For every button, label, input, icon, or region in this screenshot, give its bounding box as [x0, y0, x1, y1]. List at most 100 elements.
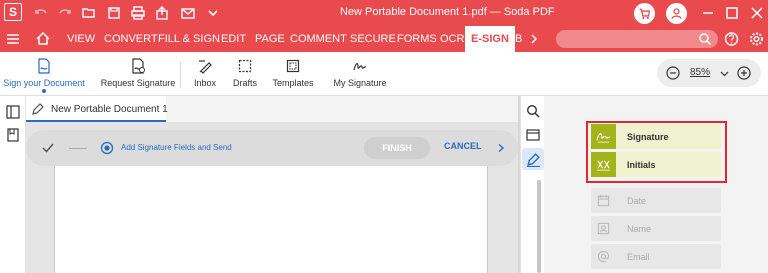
email-field-button[interactable]: Email [591, 244, 721, 269]
email-icon[interactable] [177, 4, 199, 22]
menu-secure[interactable]: SECURE [350, 26, 396, 52]
sign-document-icon [38, 58, 50, 74]
sign-your-document-label: Sign your Document [3, 78, 85, 88]
request-signature-icon [132, 58, 145, 74]
document-page[interactable] [54, 162, 488, 273]
drafts-icon [238, 59, 252, 73]
minimize-icon [703, 12, 713, 14]
zoom-out-icon[interactable] [666, 66, 680, 80]
search-icon [699, 33, 712, 46]
close-button[interactable] [747, 2, 767, 24]
esign-tool-icon[interactable] [522, 148, 544, 170]
step-connector [69, 148, 87, 149]
document-area: Add Signature Fields and Send FINISH CAN… [26, 122, 518, 273]
title-bar: S New Portable Document 1.pdf — Soda PDF [0, 0, 768, 26]
zoom-in-icon[interactable] [737, 66, 751, 80]
user-icon [665, 2, 687, 24]
name-field-label: Name [627, 224, 652, 234]
home-icon [36, 31, 50, 45]
left-panel-strip [0, 96, 26, 273]
search-tool-icon[interactable] [525, 103, 541, 119]
menu-forms[interactable]: FORMS [397, 26, 437, 52]
account-button[interactable] [664, 2, 688, 24]
menu-convert[interactable]: CONVERT [104, 26, 158, 52]
initials-field-button[interactable]: Initials [591, 152, 721, 177]
panel-view-icon[interactable] [525, 127, 541, 143]
panel-scrollbar-thumb[interactable] [537, 180, 541, 273]
name-field-button[interactable]: Name [591, 216, 721, 241]
save-icon[interactable] [103, 4, 125, 22]
inbox-button[interactable]: Inbox [188, 52, 222, 96]
menu-edit[interactable]: EDIT [221, 26, 246, 52]
search-input[interactable] [556, 30, 718, 48]
settings-button[interactable] [749, 26, 765, 52]
cancel-button[interactable]: CANCEL [444, 141, 482, 151]
zoom-dropdown-icon[interactable] [720, 69, 729, 78]
cart-button[interactable] [632, 2, 656, 24]
print-icon[interactable] [127, 4, 149, 22]
pen-icon [32, 103, 44, 115]
at-icon [591, 244, 616, 269]
email-field-label: Email [627, 252, 650, 262]
pages-panel-icon[interactable] [5, 104, 21, 120]
finish-button[interactable]: FINISH [364, 137, 430, 159]
initials-field-label: Initials [627, 160, 656, 170]
maximize-icon [726, 7, 738, 19]
request-signature-label: Request Signature [100, 78, 176, 88]
maximize-button[interactable] [722, 2, 742, 24]
zoom-control: 85% [657, 59, 761, 87]
bookmarks-panel-icon[interactable] [5, 127, 21, 143]
date-field-button[interactable]: Date [591, 188, 721, 213]
selected-indicator [42, 89, 46, 93]
help-button[interactable] [724, 26, 740, 52]
chevron-right-icon [531, 34, 538, 44]
drafts-label: Drafts [232, 78, 257, 88]
zoom-value[interactable]: 85% [690, 67, 710, 78]
my-signature-label: My Signature [333, 78, 387, 88]
help-icon [724, 32, 739, 46]
hamburger-icon [7, 34, 19, 44]
gear-icon [750, 32, 763, 46]
sign-your-document-button[interactable]: Sign your Document [2, 52, 86, 96]
minimize-button[interactable] [698, 2, 718, 24]
chevron-down-icon[interactable] [202, 4, 224, 22]
chevron-right-icon[interactable] [496, 143, 506, 153]
request-signature-button[interactable]: Request Signature [98, 52, 178, 96]
menu-comment[interactable]: COMMENT [290, 26, 347, 52]
close-icon [751, 7, 763, 19]
check-icon [42, 143, 54, 153]
ribbon-toolbar: Sign your Document Request Signature Inb… [0, 52, 768, 96]
app-logo: S [4, 3, 22, 21]
current-step-label: Add Signature Fields and Send [121, 143, 232, 152]
my-signature-icon [353, 63, 367, 71]
home-button[interactable] [36, 26, 52, 52]
hamburger-menu-button[interactable] [6, 26, 22, 52]
drafts-button[interactable]: Drafts [228, 52, 262, 96]
window-title: New Portable Document 1.pdf — Soda PDF [340, 6, 555, 18]
menu-ocr[interactable]: OCR [440, 26, 464, 52]
signature-field-label: Signature [627, 132, 669, 142]
document-tab[interactable]: New Portable Document 1 [26, 96, 168, 122]
templates-button[interactable]: Templates [270, 52, 316, 96]
undo-icon[interactable] [30, 4, 52, 22]
open-folder-icon[interactable] [78, 4, 100, 22]
menu-scroll-right-button[interactable] [529, 26, 541, 52]
menu-fill-sign[interactable]: FILL & SIGN [158, 26, 220, 52]
step-radio-icon [100, 141, 114, 155]
menu-esign[interactable]: E-SIGN [465, 26, 515, 52]
share-icon[interactable] [151, 4, 173, 22]
calendar-icon [591, 188, 616, 213]
menu-more[interactable]: B [515, 26, 522, 52]
menu-bar: VIEW CONVERT FILL & SIGN EDIT PAGE COMME… [0, 26, 768, 52]
signature-field-button[interactable]: Signature [591, 124, 721, 149]
redo-icon[interactable] [54, 4, 76, 22]
signature-icon [591, 124, 616, 149]
templates-icon [286, 59, 300, 73]
inbox-icon [199, 60, 212, 74]
my-signature-button[interactable]: My Signature [332, 52, 388, 96]
menu-view[interactable]: VIEW [67, 26, 95, 52]
cart-icon [633, 2, 655, 24]
menu-page[interactable]: PAGE [255, 26, 285, 52]
signing-steps-bar: Add Signature Fields and Send FINISH CAN… [26, 130, 518, 166]
date-field-label: Date [627, 196, 647, 206]
